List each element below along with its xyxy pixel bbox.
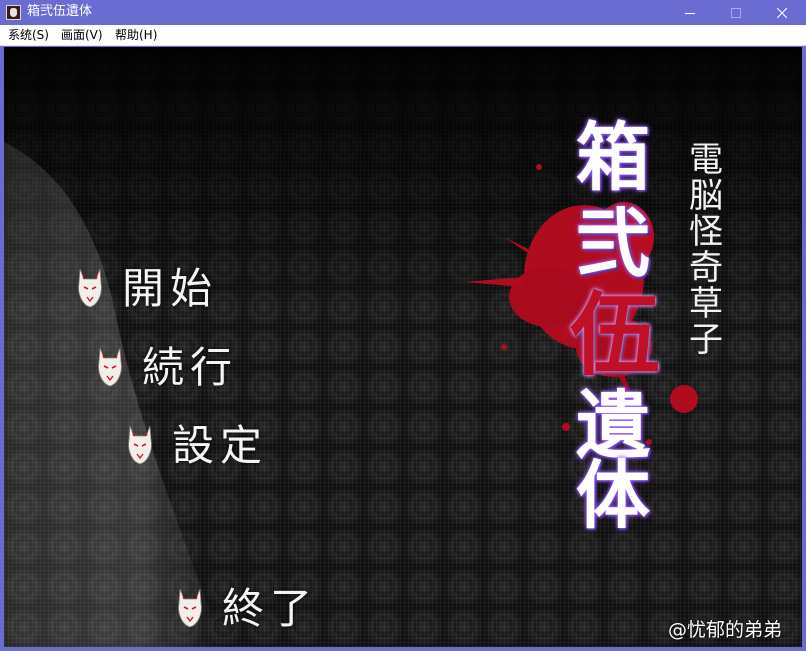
- close-button[interactable]: [759, 0, 805, 25]
- menu-bar: 系统(S) 画面(V) 帮助(H): [0, 25, 806, 46]
- subtitle-char-1: 電: [689, 140, 723, 180]
- subtitle-char-3: 怪: [689, 212, 723, 252]
- maximize-icon: [731, 7, 741, 18]
- minimize-icon: [685, 12, 695, 14]
- fox-mask-icon: [98, 347, 122, 387]
- logo-char-5: 体: [576, 453, 650, 539]
- logo-char-1: 箱: [576, 115, 650, 201]
- menu-continue-label: 続行: [142, 343, 239, 392]
- window-title: 箱弐伍遺体: [27, 4, 93, 19]
- logo-char-2: 弐: [576, 201, 650, 287]
- logo-title: 箱 弐 伍 遺 体: [570, 115, 660, 539]
- menu-system[interactable]: 系统(S): [8, 28, 49, 42]
- menu-quit-label: 終了: [222, 584, 319, 633]
- menu-quit[interactable]: 終了: [174, 585, 374, 645]
- menu-continue[interactable]: 続行: [94, 344, 294, 404]
- app-icon[interactable]: [6, 5, 21, 20]
- menu-view[interactable]: 画面(V): [61, 28, 103, 42]
- logo-char-3: 伍: [570, 282, 660, 388]
- menu-settings-label: 設定: [172, 421, 269, 470]
- game-canvas[interactable]: 箱 弐 伍 遺 体 電 脳 怪 奇 草 子 開始 続行 設定 終了 @忧郁的弟弟: [4, 47, 802, 647]
- logo-subtitle: 電 脳 怪 奇 草 子: [686, 142, 726, 358]
- title-bar[interactable]: 箱弐伍遺体: [0, 0, 806, 25]
- watermark: @忧郁的弟弟: [668, 619, 783, 641]
- menu-start[interactable]: 開始: [74, 265, 274, 325]
- close-icon: [777, 7, 787, 18]
- fox-mask-icon: [178, 588, 202, 628]
- fox-mask-icon: [128, 425, 152, 465]
- subtitle-char-5: 草: [689, 284, 723, 324]
- subtitle-char-2: 脳: [689, 176, 723, 216]
- subtitle-char-6: 子: [689, 320, 723, 360]
- menu-help[interactable]: 帮助(H): [115, 28, 157, 42]
- menu-start-label: 開始: [122, 264, 219, 313]
- subtitle-char-4: 奇: [689, 248, 723, 288]
- maximize-button[interactable]: [713, 0, 759, 25]
- menu-settings[interactable]: 設定: [124, 422, 324, 482]
- game-window: 箱弐伍遺体 系统(S) 画面(V) 帮助(H) 箱 弐 伍 遺 体 電 脳 怪 …: [0, 0, 806, 651]
- minimize-button[interactable]: [667, 0, 713, 25]
- fox-mask-icon: [78, 268, 102, 308]
